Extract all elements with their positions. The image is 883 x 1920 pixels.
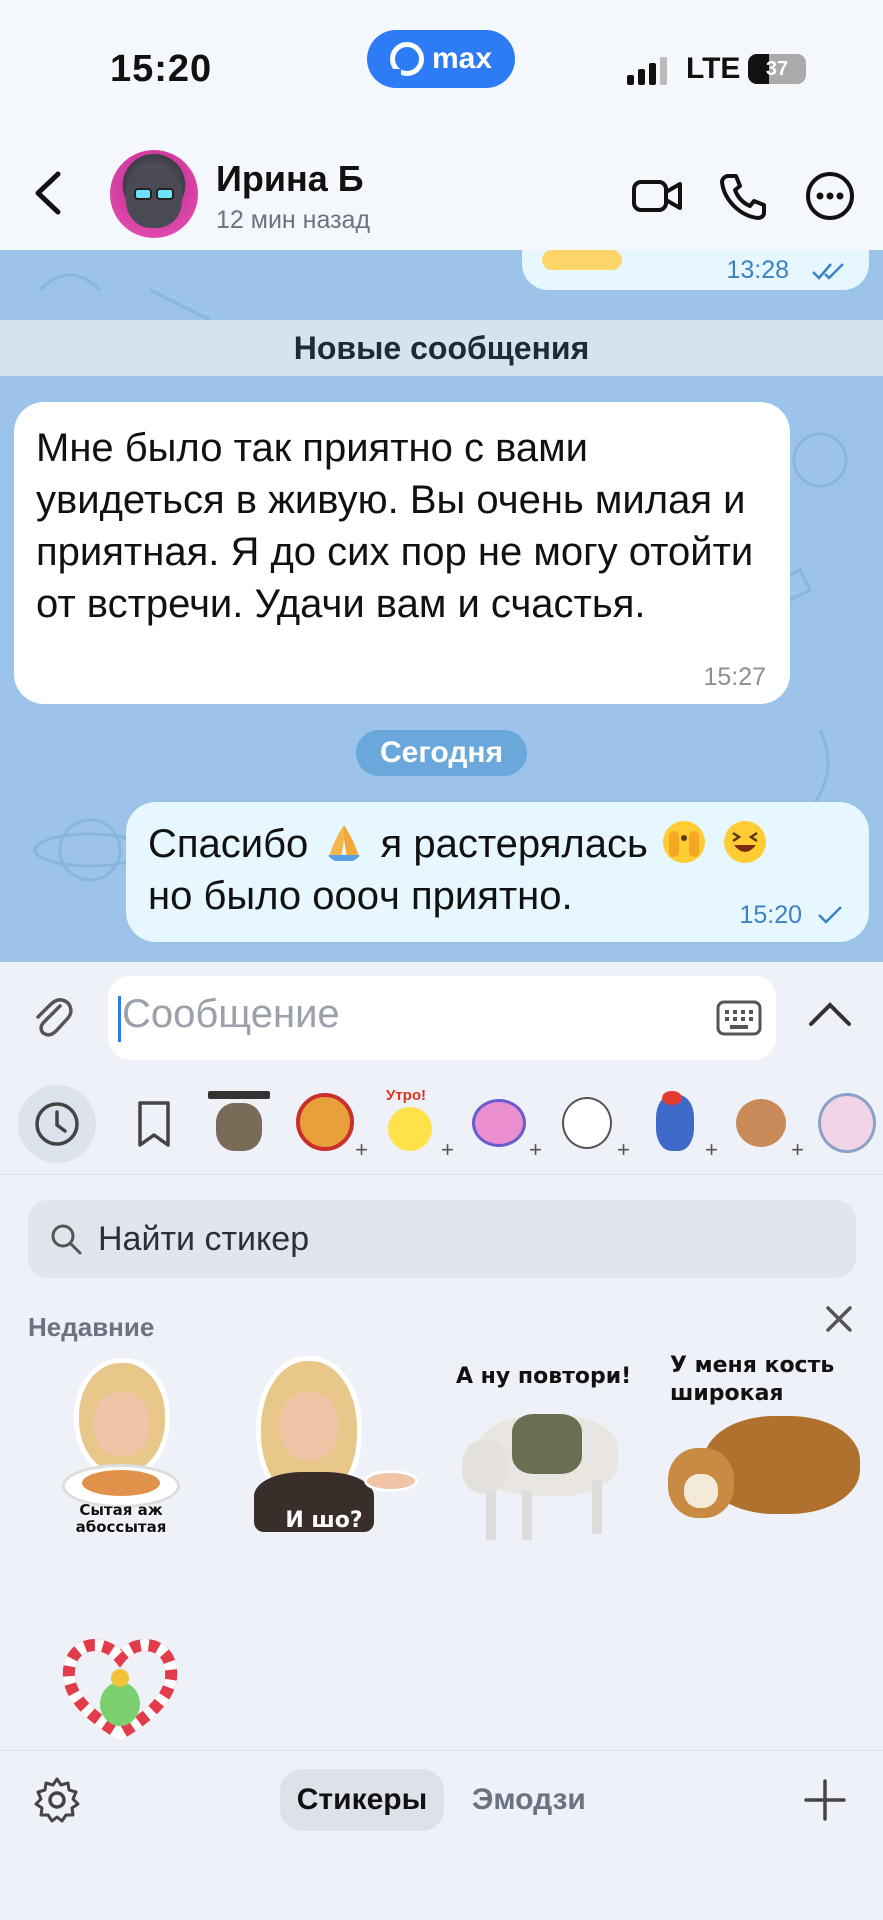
utro-caption: Утро! — [386, 1087, 426, 1104]
chevron-up-icon[interactable] — [805, 990, 855, 1040]
laughing-face-emoji-icon — [724, 821, 767, 863]
outgoing-message-time: 15:20 — [739, 901, 803, 929]
text-cursor — [118, 996, 121, 1042]
attach-paperclip-icon[interactable] — [30, 992, 74, 1040]
battery-level: 37 — [765, 58, 789, 80]
contact-name[interactable]: Ирина Б — [216, 158, 364, 200]
sent-check-icon — [818, 906, 842, 924]
sticker-pack-pink-face[interactable]: + — [462, 1085, 542, 1162]
recent-stickers-label: Недавние — [28, 1312, 155, 1342]
sticker-bottom-bar: Стикеры Эмодзи — [0, 1750, 883, 1920]
battery-icon: 37 — [748, 54, 806, 84]
incoming-message-text: Мне было так приятно с вами увидеться в … — [36, 426, 754, 626]
sticker-pack-utro[interactable]: Утро! + — [374, 1085, 454, 1162]
sticker-woman-shrug[interactable]: И шо? — [244, 1352, 424, 1542]
status-time: 15:20 — [110, 48, 213, 90]
sticker-pack-girl[interactable]: + — [550, 1085, 630, 1162]
gear-icon[interactable] — [32, 1775, 82, 1825]
back-arrow-icon[interactable] — [28, 168, 68, 218]
incoming-message-bubble[interactable]: Мне было так приятно с вами увидеться в … — [14, 402, 790, 704]
max-app-badge[interactable]: max — [367, 30, 515, 88]
outgoing-text-part1: Спасибо — [148, 822, 309, 866]
contact-avatar[interactable] — [110, 150, 198, 238]
sticker-cat-repeat[interactable]: А ну повтори! — [452, 1360, 648, 1560]
outgoing-text-part2: я растерялась — [380, 822, 648, 866]
keyboard-icon[interactable] — [716, 1000, 762, 1036]
add-pack-icon: + — [441, 1137, 454, 1162]
previous-message-time: 13:28 — [726, 256, 789, 284]
add-pack-icon: + — [705, 1137, 718, 1162]
tab-emoji[interactable]: Эмодзи — [472, 1769, 586, 1831]
max-logo-icon — [389, 42, 424, 77]
sticker-search-input[interactable]: Найти стикер — [28, 1200, 856, 1278]
video-call-icon[interactable] — [630, 168, 686, 224]
chat-header: Ирина Б 12 мин назад — [0, 140, 883, 250]
message-input-placeholder: Сообщение — [122, 992, 340, 1036]
phone-call-icon[interactable] — [716, 168, 772, 224]
outgoing-message-meta: 15:20 — [739, 901, 843, 930]
add-pack-icon: + — [617, 1137, 630, 1162]
previous-message-bubble[interactable]: 13:28 — [522, 250, 869, 290]
message-composer: Сообщение — [0, 962, 883, 1062]
peeking-face-emoji-icon — [662, 821, 705, 863]
tab-stickers[interactable]: Стикеры — [280, 1769, 444, 1831]
sticker-woman-plate[interactable]: Сытая аж абоссытая — [56, 1352, 186, 1542]
sticker-pack-dog[interactable] — [200, 1085, 276, 1161]
bookmark-icon[interactable] — [116, 1085, 192, 1161]
network-type: LTE — [686, 52, 741, 85]
sticker-corgi-bone[interactable]: У меня кость широкая — [664, 1352, 864, 1552]
sticker-search-placeholder: Найти стикер — [98, 1220, 310, 1258]
read-double-check-icon — [812, 263, 844, 280]
sticker-pack-animal[interactable]: + — [724, 1085, 804, 1162]
message-input[interactable]: Сообщение — [108, 976, 776, 1060]
signal-icon — [627, 57, 667, 85]
sticker-caption: А ну повтори! — [456, 1364, 632, 1389]
add-icon[interactable] — [802, 1777, 848, 1823]
search-icon — [51, 1224, 82, 1255]
sticker-pack-doll[interactable] — [810, 1085, 883, 1161]
sticker-caption: Сытая аж абоссытая — [75, 1501, 167, 1536]
outgoing-message-bubble[interactable]: Спасибо я растерялась но было oooч прият — [126, 802, 869, 942]
sticker-candy-heart[interactable] — [60, 1630, 180, 1741]
add-pack-icon: + — [529, 1137, 542, 1162]
sticker-pack-rooster[interactable]: + — [638, 1085, 718, 1162]
chat-messages-area[interactable]: 13:28 Новые сообщения Мне было так прият… — [0, 250, 883, 962]
sticker-caption: У меня кость широкая — [670, 1353, 835, 1406]
close-icon[interactable] — [822, 1302, 856, 1336]
more-options-icon[interactable] — [802, 168, 858, 224]
sticker-pack-badge[interactable]: + — [288, 1085, 368, 1162]
last-seen-status: 12 мин назад — [216, 206, 371, 234]
outgoing-text-part3: но было oooч приятно. — [148, 874, 573, 918]
status-bar: 15:20 max LTE 37 — [0, 0, 883, 140]
add-pack-icon: + — [355, 1137, 368, 1162]
candy-cane-heart-icon — [62, 1639, 178, 1741]
date-chip: Сегодня — [356, 730, 527, 776]
sticker-caption: И шо? — [285, 1508, 363, 1533]
new-messages-divider: Новые сообщения — [0, 320, 883, 376]
clock-icon — [35, 1102, 79, 1146]
pray-emoji-icon — [327, 825, 362, 861]
tab-recent-stickers[interactable] — [18, 1085, 96, 1163]
sticker-pack-tabs: + Утро! + + + + + — [0, 1075, 883, 1175]
incoming-message-time: 15:27 — [703, 663, 766, 691]
max-badge-label: max — [431, 42, 493, 75]
add-pack-icon: + — [791, 1137, 804, 1162]
